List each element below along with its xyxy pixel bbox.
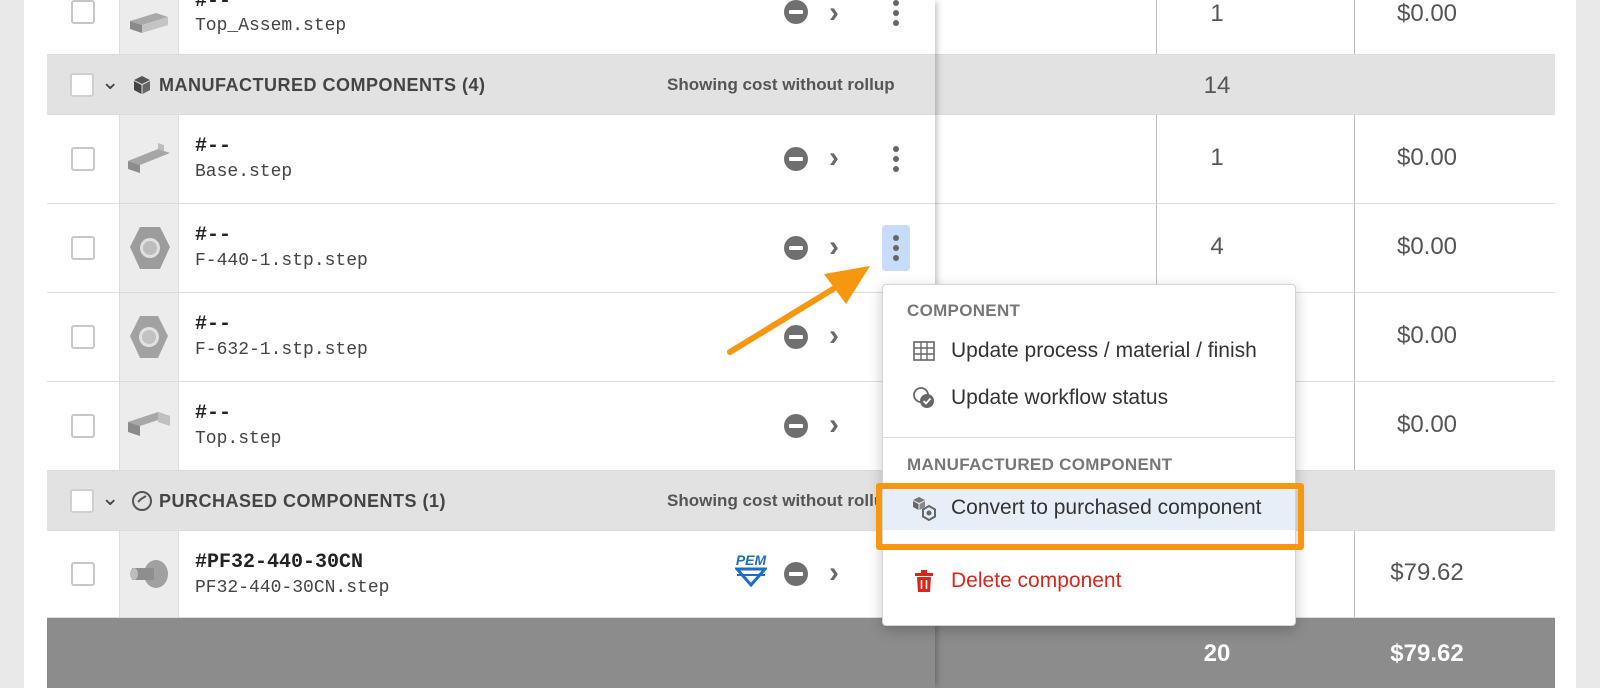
menu-item-update-process[interactable]: Update process / material / finish bbox=[883, 329, 1295, 373]
remove-icon[interactable] bbox=[784, 236, 808, 260]
chevron-right-icon[interactable]: › bbox=[829, 232, 839, 262]
part-thumbnail bbox=[119, 115, 179, 203]
chevron-right-icon[interactable]: › bbox=[829, 143, 839, 173]
quantity: 4 bbox=[1210, 233, 1224, 260]
table-row[interactable]: #-- Base.step › 1 $0.00 bbox=[47, 115, 1555, 204]
menu-item-label: Update process / material / finish bbox=[951, 339, 1257, 362]
menu-section-manufactured: MANUFACTURED COMPONENT bbox=[907, 455, 1173, 474]
group-quantity: 14 bbox=[1203, 72, 1231, 99]
chevron-right-icon[interactable]: › bbox=[829, 558, 839, 588]
cost: $0.00 bbox=[1396, 0, 1458, 27]
remove-icon[interactable] bbox=[784, 414, 808, 438]
more-options-button[interactable] bbox=[882, 136, 910, 182]
remove-icon[interactable] bbox=[784, 562, 808, 586]
chevron-right-icon[interactable]: › bbox=[829, 0, 839, 28]
total-cost: $79.62 bbox=[1390, 640, 1464, 667]
file-name: F-440-1.stp.step bbox=[195, 251, 368, 271]
remove-icon[interactable] bbox=[784, 147, 808, 171]
convert-component-icon bbox=[911, 495, 937, 521]
row-checkbox[interactable] bbox=[71, 414, 95, 438]
part-number: #-- bbox=[195, 135, 232, 158]
file-name: F-632-1.stp.step bbox=[195, 340, 368, 360]
more-options-button[interactable] bbox=[882, 0, 910, 36]
table-row[interactable]: #-- Top.step › $0.00 bbox=[47, 382, 1555, 471]
cost: $0.00 bbox=[1396, 411, 1458, 438]
row-checkbox[interactable] bbox=[71, 325, 95, 349]
group-checkbox[interactable] bbox=[70, 73, 94, 97]
file-name: Top_Assem.step bbox=[195, 16, 347, 36]
more-options-button-active[interactable] bbox=[882, 225, 910, 271]
table-row[interactable]: #PF32-440-30CN PF32-440-30CN.step PEM › … bbox=[47, 531, 1555, 618]
group-note: Showing cost without rollup bbox=[667, 491, 883, 510]
menu-section-component: COMPONENT bbox=[907, 301, 1021, 320]
menu-divider bbox=[883, 547, 1295, 548]
part-thumbnail bbox=[119, 204, 179, 292]
annotation-arrow bbox=[727, 266, 870, 355]
table-icon bbox=[911, 338, 937, 364]
file-name: Base.step bbox=[195, 162, 293, 182]
file-name: Top.step bbox=[195, 429, 282, 449]
part-number: #-- bbox=[195, 402, 232, 425]
row-checkbox[interactable] bbox=[71, 236, 95, 260]
group-note: Showing cost without rollup bbox=[667, 75, 895, 94]
trash-icon bbox=[911, 568, 937, 594]
menu-divider bbox=[883, 437, 1295, 438]
table-row[interactable]: #-- Top_Assem.step › 1 $0.00 bbox=[47, 0, 1555, 55]
chevron-down-icon[interactable]: ⌄ bbox=[101, 485, 119, 511]
row-checkbox[interactable] bbox=[71, 562, 95, 586]
chevron-right-icon[interactable]: › bbox=[829, 410, 839, 440]
menu-item-update-workflow[interactable]: Update workflow status bbox=[883, 376, 1295, 420]
menu-item-delete[interactable]: Delete component bbox=[883, 559, 1295, 603]
remove-icon[interactable] bbox=[784, 0, 808, 24]
context-menu: COMPONENT Update process / material / fi… bbox=[882, 284, 1296, 626]
menu-item-convert-to-purchased[interactable]: Convert to purchased component bbox=[883, 486, 1295, 530]
pem-brand-icon: PEM bbox=[733, 553, 769, 589]
total-quantity: 20 bbox=[1203, 640, 1231, 667]
menu-item-label: Convert to purchased component bbox=[951, 496, 1262, 519]
cost: $0.00 bbox=[1396, 233, 1458, 260]
row-checkbox[interactable] bbox=[71, 0, 95, 24]
part-number: #-- bbox=[195, 0, 232, 13]
cost: $79.62 bbox=[1390, 559, 1464, 586]
totals-row: 20 $79.62 bbox=[47, 618, 1555, 688]
cost: $0.00 bbox=[1396, 322, 1458, 349]
check-circle-icon bbox=[131, 490, 153, 517]
part-thumbnail bbox=[119, 531, 179, 617]
workflow-status-icon bbox=[911, 385, 937, 411]
group-checkbox[interactable] bbox=[70, 489, 94, 513]
group-header-purchased[interactable]: ⌄ PURCHASED COMPONENTS (1) Showing cost … bbox=[47, 471, 1555, 531]
menu-item-label: Delete component bbox=[951, 569, 1122, 592]
part-number: #-- bbox=[195, 313, 232, 336]
part-number: #-- bbox=[195, 224, 232, 247]
file-name: PF32-440-30CN.step bbox=[195, 578, 390, 598]
part-thumbnail bbox=[119, 382, 179, 470]
group-header-manufactured[interactable]: ⌄ MANUFACTURED COMPONENTS (4) Showing co… bbox=[47, 55, 1555, 115]
cube-icon bbox=[132, 75, 152, 100]
quantity: 1 bbox=[1210, 0, 1224, 27]
row-checkbox[interactable] bbox=[71, 147, 95, 171]
part-number: #PF32-440-30CN bbox=[195, 551, 364, 574]
part-thumbnail bbox=[119, 0, 179, 54]
group-title: PURCHASED COMPONENTS (1) bbox=[159, 491, 447, 511]
group-title: MANUFACTURED COMPONENTS (4) bbox=[159, 75, 486, 95]
quantity: 1 bbox=[1210, 144, 1224, 171]
cost: $0.00 bbox=[1396, 144, 1458, 171]
part-thumbnail bbox=[119, 293, 179, 381]
menu-item-label: Update workflow status bbox=[951, 386, 1169, 409]
chevron-down-icon[interactable]: ⌄ bbox=[101, 69, 119, 95]
